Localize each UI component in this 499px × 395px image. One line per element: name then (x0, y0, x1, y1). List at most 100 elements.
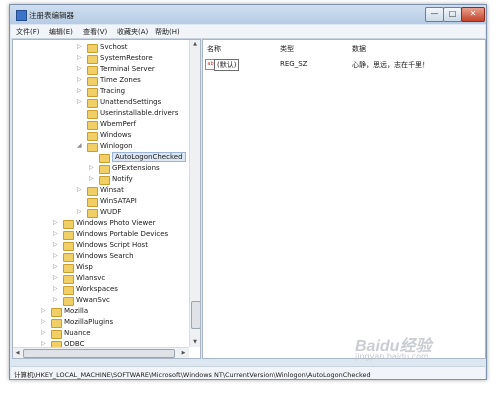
tree-node[interactable]: ▷ Mozilla (13, 306, 193, 317)
expand-arrow-icon[interactable]: ▷ (89, 164, 94, 171)
tree-node[interactable]: ▷ UnattendSettings (13, 97, 193, 108)
expand-arrow-icon[interactable]: ▷ (77, 43, 82, 50)
tree-node-label[interactable]: AutoLogonChecked (112, 152, 186, 162)
tree-node-label[interactable]: Wlansvc (76, 274, 105, 282)
menu-help[interactable]: 帮助(H) (155, 27, 180, 37)
tree-node[interactable]: ▷ Terminal Server (13, 64, 193, 75)
tree-node[interactable]: ▷ Workspaces (13, 284, 193, 295)
expand-arrow-icon[interactable]: ▷ (53, 241, 58, 248)
tree-node-label[interactable]: Windows Photo Viewer (76, 219, 155, 227)
minimize-button[interactable]: — (425, 7, 444, 22)
tree-node[interactable]: ▷ GPExtensions (13, 163, 193, 174)
expand-arrow-icon[interactable]: ▷ (53, 285, 58, 292)
tree-node[interactable]: ▷ MozillaPlugins (13, 317, 193, 328)
tree-node-label[interactable]: Mozilla (64, 307, 88, 315)
tree-node-label[interactable]: Userinstallable.drivers (100, 109, 178, 117)
maximize-button[interactable]: □ (443, 7, 462, 22)
tree-node[interactable]: ▷ Windows Search (13, 251, 193, 262)
expand-arrow-icon[interactable]: ▷ (53, 230, 58, 237)
expand-arrow-icon[interactable]: ▷ (41, 307, 46, 314)
tree-vertical-scrollbar[interactable]: ▲ ▼ (189, 40, 200, 347)
expand-arrow-icon[interactable]: ▷ (77, 186, 82, 193)
column-header-type[interactable]: 类型 (280, 44, 294, 54)
column-header-data[interactable]: 数据 (352, 44, 366, 54)
tree-node-label[interactable]: Terminal Server (100, 65, 155, 73)
column-header-name[interactable]: 名称 (207, 44, 221, 54)
expand-arrow-icon[interactable]: ▷ (77, 208, 82, 215)
tree-node-label[interactable]: Wisp (76, 263, 93, 271)
value-name[interactable]: (默认) (214, 59, 240, 71)
expand-arrow-icon[interactable]: ◢ (77, 142, 82, 149)
tree-node[interactable]: ▷ SystemRestore (13, 53, 193, 64)
tree-node-label[interactable]: Svchost (100, 43, 128, 51)
scroll-up-arrow-icon[interactable]: ▲ (190, 40, 200, 49)
expand-arrow-icon[interactable]: ▷ (77, 87, 82, 94)
expand-arrow-icon[interactable]: ▷ (89, 175, 94, 182)
tree-node[interactable]: Userinstallable.drivers (13, 108, 193, 119)
tree-node[interactable]: ▷ Tracing (13, 86, 193, 97)
tree-node-label[interactable]: WUDF (100, 208, 121, 216)
scroll-right-arrow-icon[interactable]: ▶ (179, 348, 188, 358)
tree-node-label[interactable]: Winsat (100, 186, 124, 194)
expand-arrow-icon[interactable]: ▷ (41, 340, 46, 347)
tree-node[interactable]: WbemPerf (13, 119, 193, 130)
tree-node-label[interactable]: Workspaces (76, 285, 118, 293)
tree-node-label[interactable]: WinSATAPI (100, 197, 137, 205)
tree-node-label[interactable]: Windows Portable Devices (76, 230, 168, 238)
menu-favorites[interactable]: 收藏夹(A) (117, 27, 148, 37)
registry-tree[interactable]: ▷ Svchost ▷ SystemRestore ▷ Terminal Server ▷ T… (12, 39, 201, 359)
expand-arrow-icon[interactable]: ▷ (53, 296, 58, 303)
scroll-down-arrow-icon[interactable]: ▼ (190, 338, 200, 347)
tree-node-label[interactable]: WwanSvc (76, 296, 110, 304)
tree-node[interactable]: ▷ Windows Portable Devices (13, 229, 193, 240)
tree-node-label[interactable]: Nuance (64, 329, 91, 337)
tree-node[interactable]: AutoLogonChecked (13, 152, 193, 163)
tree-node-label[interactable]: SystemRestore (100, 54, 153, 62)
tree-node-label[interactable]: Windows Script Host (76, 241, 148, 249)
tree-node[interactable]: ▷ Wlansvc (13, 273, 193, 284)
tree-node[interactable]: ▷ Windows Script Host (13, 240, 193, 251)
values-list[interactable]: 名称 类型 数据 ab (默认) REG_SZ 心静，思远，志在千里！ (202, 39, 486, 359)
menu-file[interactable]: 文件(F) (16, 27, 40, 37)
expand-arrow-icon[interactable]: ▷ (77, 98, 82, 105)
scroll-left-arrow-icon[interactable]: ◀ (13, 348, 22, 358)
close-button[interactable]: ✕ (461, 7, 485, 22)
tree-node-label[interactable]: Tracing (100, 87, 125, 95)
tree-node-label[interactable]: GPExtensions (112, 164, 160, 172)
expand-arrow-icon[interactable]: ▷ (53, 252, 58, 259)
tree-node-label[interactable]: Windows (100, 131, 131, 139)
expand-arrow-icon[interactable]: ▷ (77, 76, 82, 83)
tree-node[interactable]: WinSATAPI (13, 196, 193, 207)
tree-node[interactable]: ▷ WwanSvc (13, 295, 193, 306)
tree-node-label[interactable]: Notify (112, 175, 133, 183)
tree-node-label[interactable]: Winlogon (100, 142, 133, 150)
tree-node[interactable]: ▷ Nuance (13, 328, 193, 339)
expand-arrow-icon[interactable]: ▷ (41, 329, 46, 336)
tree-node[interactable]: ▷ Time Zones (13, 75, 193, 86)
tree-node[interactable]: ◢ Winlogon (13, 141, 193, 152)
tree-node-label[interactable]: Time Zones (100, 76, 141, 84)
tree-node[interactable]: ▷ Windows Photo Viewer (13, 218, 193, 229)
tree-node[interactable]: Windows (13, 130, 193, 141)
expand-arrow-icon[interactable]: ▷ (53, 274, 58, 281)
expand-arrow-icon[interactable]: ▷ (77, 65, 82, 72)
tree-node-label[interactable]: WbemPerf (100, 120, 136, 128)
tree-node[interactable]: ▷ Notify (13, 174, 193, 185)
menu-view[interactable]: 查看(V) (83, 27, 107, 37)
expand-arrow-icon[interactable]: ▷ (41, 318, 46, 325)
tree-node[interactable]: ▷ WUDF (13, 207, 193, 218)
tree-node-label[interactable]: UnattendSettings (100, 98, 161, 106)
tree-node[interactable]: ▷ Wisp (13, 262, 193, 273)
expand-arrow-icon[interactable]: ▷ (53, 263, 58, 270)
tree-node[interactable]: ▷ Winsat (13, 185, 193, 196)
scroll-thumb[interactable] (191, 301, 200, 329)
tree-node[interactable]: ▷ Svchost (13, 42, 193, 53)
expand-arrow-icon[interactable]: ▷ (53, 219, 58, 226)
hscroll-thumb[interactable] (23, 349, 175, 358)
tree-horizontal-scrollbar[interactable]: ◀ ▶ (13, 347, 189, 358)
value-row[interactable]: ab (默认) REG_SZ 心静，思远，志在千里！ (203, 58, 485, 71)
menu-edit[interactable]: 编辑(E) (49, 27, 73, 37)
tree-node-label[interactable]: MozillaPlugins (64, 318, 113, 326)
tree-node-label[interactable]: Windows Search (76, 252, 134, 260)
expand-arrow-icon[interactable]: ▷ (77, 54, 82, 61)
